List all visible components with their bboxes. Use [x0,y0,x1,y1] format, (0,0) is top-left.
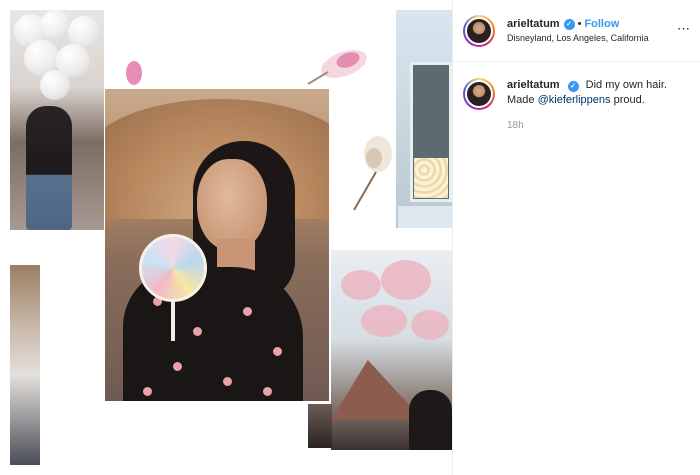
more-options-icon[interactable]: ⋯ [677,22,690,35]
verified-badge-icon: ✓ [563,18,575,30]
separator-dot: • [577,18,582,30]
profile-photo [465,16,493,45]
avatar[interactable] [463,14,495,47]
white-flower-icon [353,136,392,211]
post-header: arieltatum ✓ • Follow Disneyland, Los An… [453,0,700,62]
username-link[interactable]: arieltatum [507,18,560,30]
post-info-panel: arieltatum ✓ • Follow Disneyland, Los An… [452,0,700,475]
cherry-blossom-photo [331,250,452,450]
mention-link[interactable]: @kieferlippens [538,94,611,106]
carousel-strip-photo [10,265,40,465]
dress-strip-photo [308,404,332,448]
mickey-lollipop [139,234,207,302]
caption-username-link[interactable]: arieltatum [507,79,560,91]
follow-button[interactable]: Follow [584,18,619,30]
caption-text-end: proud. [613,94,645,106]
location-link[interactable]: Disneyland, Los Angeles, California [507,33,649,43]
verified-badge-icon: ✓ [567,81,579,92]
timestamp[interactable]: 18h [507,118,682,133]
balloons-photo [10,10,104,230]
popcorn-cart-photo [396,10,452,228]
post-image[interactable] [0,0,452,475]
caption-comment: arieltatum ✓ Did my own hair. Made @kiefe… [453,62,700,133]
caption-avatar[interactable] [463,78,495,110]
pink-petal-icon [126,61,142,85]
main-portrait-photo [105,89,329,401]
profile-photo [465,80,493,108]
pink-flower-icon [307,50,367,85]
